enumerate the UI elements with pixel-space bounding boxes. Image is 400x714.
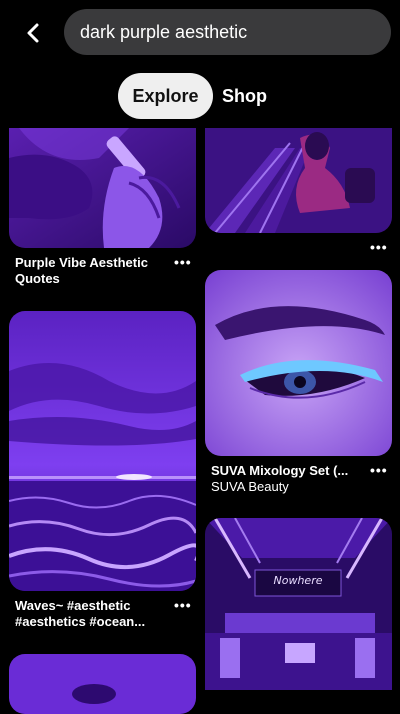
- purple-ocean-image: [9, 311, 196, 591]
- eyeliner-image: [205, 270, 392, 456]
- tab-explore[interactable]: Explore: [118, 73, 213, 119]
- purple-image: [9, 654, 196, 714]
- railway-girl-image: [205, 128, 392, 233]
- pin-title[interactable]: Waves~ #aesthetic #aesthetics #ocean...: [15, 598, 165, 630]
- more-icon[interactable]: •••: [174, 597, 192, 613]
- pin-title[interactable]: SUVA Mixology Set (...: [211, 463, 361, 479]
- pin-image-station[interactable]: Nowhere: [205, 518, 392, 690]
- back-button[interactable]: [18, 18, 48, 48]
- search-bar[interactable]: [64, 9, 391, 55]
- chevron-left-icon: [27, 23, 39, 43]
- station-image: Nowhere: [205, 518, 392, 690]
- more-icon[interactable]: •••: [370, 462, 388, 478]
- pin-image-partial[interactable]: [9, 654, 196, 714]
- pin-image-eye[interactable]: [205, 270, 392, 456]
- tab-shop[interactable]: Shop: [222, 73, 267, 119]
- pin-subtitle: SUVA Beauty: [211, 479, 289, 494]
- pin-image-waves[interactable]: [9, 311, 196, 591]
- more-icon[interactable]: •••: [174, 254, 192, 270]
- more-icon[interactable]: •••: [370, 239, 388, 255]
- pin-title[interactable]: Purple Vibe Aesthetic Quotes: [15, 255, 165, 287]
- pin-image-lips[interactable]: [9, 128, 196, 248]
- lips-cigarette-image: [9, 128, 196, 248]
- station-sign-text: Nowhere: [274, 574, 323, 587]
- pin-image-railway[interactable]: [205, 128, 392, 233]
- search-input[interactable]: [78, 20, 391, 44]
